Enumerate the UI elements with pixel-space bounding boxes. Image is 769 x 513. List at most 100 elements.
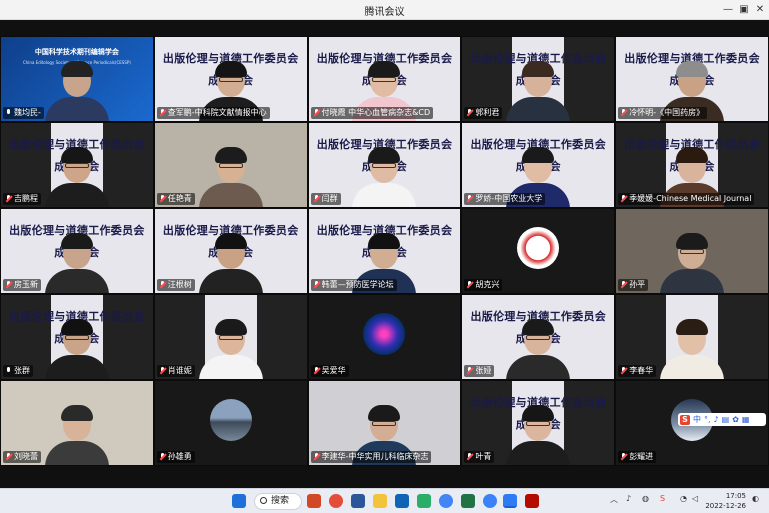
ime-menu-icon[interactable]: ▦ bbox=[742, 415, 750, 424]
participant-name-bar: 房玉新 bbox=[3, 279, 41, 291]
participant-name: 张娅 bbox=[475, 366, 492, 375]
mic-muted-icon bbox=[620, 109, 627, 117]
mic-muted-icon bbox=[5, 281, 12, 289]
windows-start-icon[interactable] bbox=[232, 494, 246, 508]
participant-tile[interactable]: 出版伦理与道德工作委员会成立大会吉鹏程 bbox=[0, 122, 154, 208]
participant-name-bar: 吉鹏程 bbox=[3, 193, 41, 205]
participant-tile[interactable]: 出版伦理与道德工作委员会成立大会汪根树 bbox=[153, 208, 308, 294]
taskbar-clock[interactable]: 17:05 2022-12-26 bbox=[702, 491, 746, 511]
browser-icon[interactable] bbox=[439, 494, 453, 508]
mic-muted-icon bbox=[466, 281, 473, 289]
participant-name: 吴爱华 bbox=[321, 366, 346, 375]
participant-name: 冷怀明-《中国药房》 bbox=[629, 108, 705, 117]
participant-tile[interactable]: 出版伦理与道德工作委员会成立大会房玉新 bbox=[0, 208, 154, 294]
participant-tile[interactable]: 胡克兴 bbox=[461, 208, 616, 294]
powerpoint-icon[interactable] bbox=[307, 494, 321, 508]
ime-skin-icon[interactable]: ✿ bbox=[732, 415, 739, 424]
excel-icon[interactable] bbox=[461, 494, 475, 508]
participant-name: 彭耀进 bbox=[629, 452, 654, 461]
participant-name-bar: 郭利君 bbox=[464, 107, 503, 119]
participant-tile[interactable]: 出版伦理与道德工作委员会成立大会郭利君 bbox=[461, 36, 616, 122]
tencent-meeting-window: 腾讯会议 — ▣ ✕ 中国科学技术期刊编辑学会 China Editology S… bbox=[0, 0, 769, 513]
mic-muted-icon bbox=[313, 195, 320, 203]
participant-tile[interactable]: 出版伦理与道德工作委员会成立大会闫群 bbox=[307, 122, 462, 208]
word-icon[interactable] bbox=[351, 494, 365, 508]
tray-mic-icon[interactable]: ♪ bbox=[626, 494, 631, 503]
participant-tile[interactable]: 出版伦理与道德工作委员会成立大会季媛媛-Chinese Medical Jour… bbox=[615, 122, 769, 208]
participant-tile[interactable]: 孙雄勇 bbox=[153, 380, 308, 466]
participant-person bbox=[352, 145, 417, 207]
participant-name: 李春华 bbox=[629, 366, 654, 375]
tray-sogou-icon[interactable]: S bbox=[660, 494, 665, 503]
participant-name-bar: 韩蕾—预防医学论坛 bbox=[310, 279, 397, 291]
chrome-icon[interactable] bbox=[329, 494, 343, 508]
outlook-icon[interactable] bbox=[395, 494, 409, 508]
close-icon[interactable]: ✕ bbox=[751, 0, 769, 20]
participant-person bbox=[506, 403, 571, 465]
participant-tile[interactable]: 出版伦理与道德工作委员会成立大会查军鹏-中科院文献情报中心 bbox=[153, 36, 308, 122]
wifi-icon[interactable]: ◔ bbox=[680, 494, 687, 503]
sogou-ime-icon[interactable]: S bbox=[680, 414, 690, 425]
participant-name-bar: 刘晓蕾 bbox=[3, 451, 41, 463]
participant-name-bar: 彭耀进 bbox=[618, 451, 657, 463]
mic-muted-icon bbox=[313, 453, 320, 461]
tencent-meeting-icon[interactable] bbox=[503, 494, 517, 508]
participant-tile[interactable]: 出版伦理与道德工作委员会成立大会张群 bbox=[0, 294, 154, 380]
mic-muted-icon bbox=[620, 281, 627, 289]
participant-name: 孙雄勇 bbox=[167, 452, 192, 461]
participant-person bbox=[44, 231, 109, 293]
participant-name-bar: 季媛媛-Chinese Medical Journal bbox=[618, 193, 755, 205]
participant-tile[interactable]: 出版伦理与道德工作委员会成立大会韩蕾—预防医学论坛 bbox=[307, 208, 462, 294]
participant-tile[interactable]: 吴爱华 bbox=[307, 294, 462, 380]
mic-muted-icon bbox=[620, 453, 627, 461]
participant-name-bar: 胡克兴 bbox=[464, 279, 503, 291]
participant-tile[interactable]: 任艳青 bbox=[153, 122, 308, 208]
participant-person bbox=[660, 317, 725, 379]
participant-tile[interactable]: 出版伦理与道德工作委员会成立大会张娅 bbox=[461, 294, 616, 380]
participant-tile[interactable]: 出版伦理与道德工作委员会成立大会叶青 bbox=[461, 380, 616, 466]
participant-tile[interactable]: 中国科学技术期刊编辑学会China Editology Society of S… bbox=[0, 36, 154, 122]
participant-tile[interactable]: 李春华 bbox=[615, 294, 769, 380]
participant-tile[interactable]: 出版伦理与道德工作委员会成立大会冷怀明-《中国药房》 bbox=[615, 36, 769, 122]
mic-muted-icon bbox=[313, 367, 320, 375]
participant-name: 叶青 bbox=[475, 452, 492, 461]
participant-name-bar: 闫群 bbox=[310, 193, 341, 205]
participant-tile[interactable]: 肖谁妮 bbox=[153, 294, 308, 380]
participant-name-bar: 李春华 bbox=[618, 365, 657, 377]
participant-person bbox=[506, 59, 571, 121]
title-bar: 腾讯会议 — ▣ ✕ bbox=[0, 0, 769, 20]
mic-muted-icon bbox=[466, 195, 473, 203]
participant-name-bar: 张娅 bbox=[464, 365, 495, 377]
edge-icon[interactable] bbox=[483, 494, 497, 508]
taskbar-search[interactable]: 搜索 bbox=[254, 493, 302, 510]
ime-mic-icon[interactable]: ♪ bbox=[714, 415, 719, 424]
tray-chevron-icon[interactable]: ︿ bbox=[610, 494, 618, 505]
participant-tile[interactable]: 孙平 bbox=[615, 208, 769, 294]
ime-punct-icon[interactable]: °, bbox=[704, 415, 711, 424]
participant-tile[interactable]: 出版伦理与道德工作委员会成立大会付晓霞 中华心血管病杂志&CD bbox=[307, 36, 462, 122]
participant-tile[interactable]: 刘晓蕾 bbox=[0, 380, 154, 466]
participant-name: 季媛媛-Chinese Medical Journal bbox=[629, 194, 752, 203]
ime-keyboard-icon[interactable]: ▤ bbox=[722, 415, 730, 424]
mic-muted-icon bbox=[159, 367, 166, 375]
participant-name-bar: 罗娇-中国农业大学 bbox=[464, 193, 546, 205]
participant-name: 孙平 bbox=[629, 280, 646, 289]
search-icon bbox=[260, 497, 267, 504]
ime-toolbar[interactable]: S 中 °, ♪ ▤ ✿ ▦ bbox=[678, 413, 766, 426]
participant-person bbox=[198, 317, 263, 379]
pdf-reader-icon[interactable] bbox=[525, 494, 539, 508]
clock-date: 2022-12-26 bbox=[705, 502, 746, 510]
mic-muted-icon bbox=[5, 453, 12, 461]
participant-name: 房玉新 bbox=[14, 280, 38, 289]
participant-name: 肖谁妮 bbox=[167, 366, 192, 375]
notification-icon[interactable]: ◐ bbox=[752, 494, 759, 503]
tray-vpn-icon[interactable]: ◍ bbox=[642, 494, 649, 503]
file-explorer-icon[interactable] bbox=[373, 494, 387, 508]
participant-tile[interactable]: 出版伦理与道德工作委员会成立大会罗娇-中国农业大学 bbox=[461, 122, 616, 208]
mic-muted-icon bbox=[313, 281, 320, 289]
volume-icon[interactable]: ◁ bbox=[692, 494, 698, 503]
participant-name: 李建华-中华实用儿科临床杂志 bbox=[321, 452, 429, 461]
wechat-icon[interactable] bbox=[417, 494, 431, 508]
ime-mode-label[interactable]: 中 bbox=[693, 414, 701, 425]
participant-tile[interactable]: 李建华-中华实用儿科临床杂志 bbox=[307, 380, 462, 466]
